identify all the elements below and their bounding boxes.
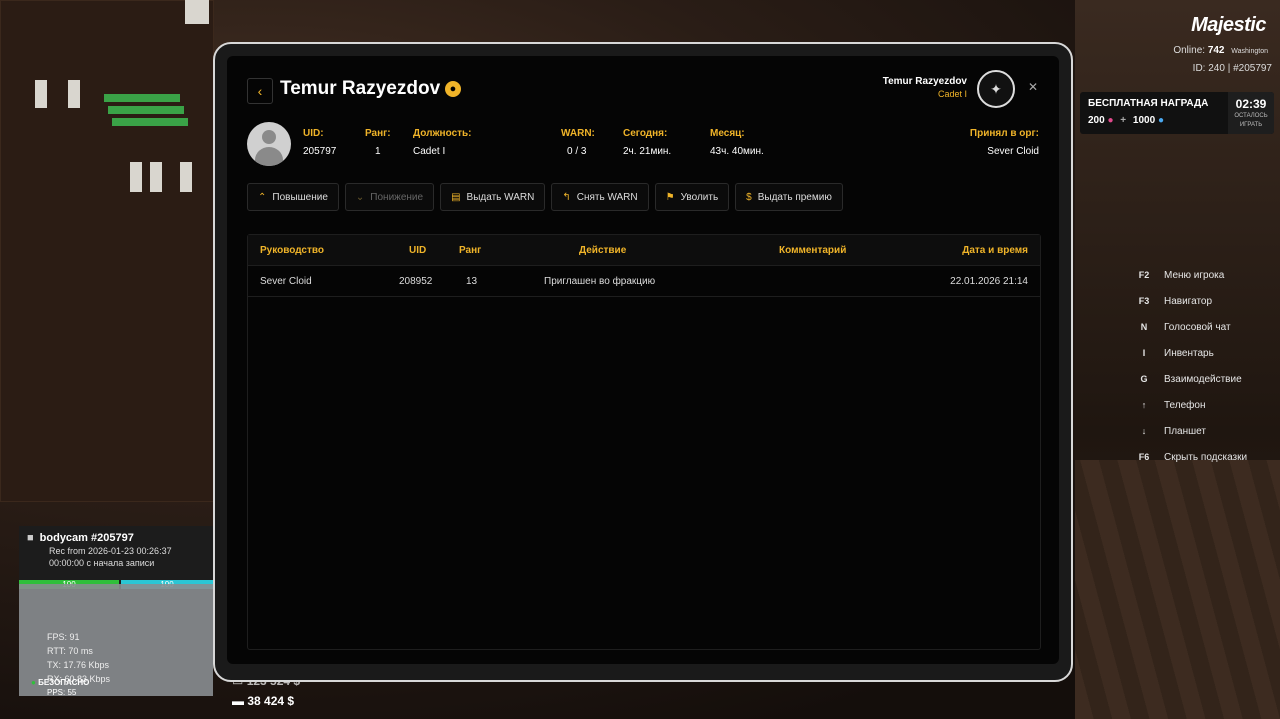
coin-icon: ●: [1107, 115, 1114, 126]
chevron-left-icon: ‹: [257, 83, 263, 99]
cell-uid: 208952: [399, 276, 433, 287]
background-floor: [1075, 460, 1280, 719]
background-books: [130, 162, 142, 192]
bank-amount: ▬ 38 424 $: [232, 694, 295, 708]
fire-button[interactable]: ⚑ Уволить: [654, 183, 730, 211]
field-position: Должность: Cadet I: [413, 128, 472, 157]
history-table: Руководство UID Ранг Действие Комментари…: [247, 234, 1041, 650]
background-books: [150, 162, 162, 192]
tablet-screen: ‹ Temur Razyezdov ● Temur Razyezdov Cade…: [227, 56, 1059, 664]
cell-action: Приглашен во фракцию: [544, 276, 656, 287]
field-rank: Ранг: 1: [365, 128, 391, 157]
warn-doc-icon: ▤: [451, 191, 461, 203]
cell-rank: 13: [466, 276, 478, 287]
brand-logo: Majestic: [1191, 14, 1266, 36]
bodycam-rec: Rec from 2026-01-23 00:26:37: [49, 546, 172, 556]
background-green-books: [112, 118, 188, 126]
reward-values: 200 ● + 1000 ●: [1088, 115, 1164, 126]
hint-item: F2 Меню игрока: [1138, 269, 1225, 281]
give-bonus-button[interactable]: $ Выдать премию: [735, 183, 843, 211]
background-books: [180, 162, 192, 192]
close-icon[interactable]: ✕: [1025, 80, 1041, 96]
column-header: Ранг: [459, 245, 482, 256]
background-shelf: [0, 0, 214, 502]
card-icon: ▬: [232, 694, 244, 708]
player-id: ID: 240 | #205797: [1192, 63, 1272, 74]
online-counter: Online: 742 Washington: [1173, 45, 1268, 56]
background-books: [68, 80, 80, 108]
reward-timer: 02:39: [1235, 97, 1267, 111]
safe-zone-badge: ● БЕЗОПАСНО PPS: 55: [31, 678, 90, 697]
current-user: Temur Razyezdov Cadet I: [882, 76, 967, 99]
column-header: Действие: [579, 245, 627, 256]
field-month: Месяц: 43ч. 40мин.: [710, 128, 764, 157]
video-camera-icon: ■: [27, 532, 34, 544]
hint-item: ↑ Телефон: [1141, 399, 1206, 411]
demote-button[interactable]: ⌄ Понижение: [344, 183, 435, 211]
background-green-books: [108, 106, 184, 114]
chevron-up-icon: ⌃: [258, 191, 267, 203]
member-status-icon: ●: [445, 81, 461, 97]
field-accepted-by: Принял в орг: Sever Cloid: [969, 128, 1039, 157]
column-header: Руководство: [260, 245, 325, 256]
drop-icon: ●: [1157, 115, 1164, 126]
table-header: Руководство UID Ранг Действие Комментари…: [248, 235, 1040, 266]
hint-item: N Голосовой чат: [1140, 321, 1231, 333]
background-green-books: [104, 94, 180, 102]
column-header: Комментарий: [779, 245, 847, 256]
avatar: [247, 122, 291, 166]
hint-item: F3 Навигатор: [1138, 295, 1213, 307]
undo-icon: ↰: [562, 191, 571, 203]
bodycam-title: bodycam #205797: [39, 532, 134, 544]
action-bar: ⌃ Повышение ⌄ Понижение ▤ Выдать WARN ↰ Снят…: [247, 183, 843, 211]
cell-datetime: 22.01.2026 21:14: [950, 276, 1028, 287]
promote-button[interactable]: ⌃ Повышение: [247, 183, 339, 211]
field-warn: WARN: 0 / 3: [561, 128, 595, 157]
member-name: Temur Razyezdov: [280, 78, 441, 99]
bodycam-elapsed: 00:00:00 с начала записи: [49, 558, 155, 568]
column-header: Дата и время: [962, 245, 1028, 256]
shield-icon: ●: [31, 678, 36, 687]
tablet-frame: ‹ Temur Razyezdov ● Temur Razyezdov Cade…: [213, 42, 1073, 682]
bodycam-panel: ■ bodycam #205797 Rec from 2026-01-23 00…: [19, 526, 213, 697]
hint-item: F6 Скрыть подсказки: [1138, 451, 1248, 463]
give-warn-button[interactable]: ▤ Выдать WARN: [440, 183, 546, 211]
free-reward-panel[interactable]: БЕСПЛАТНАЯ НАГРАДА 200 ● + 1000 ● 02:39 …: [1080, 92, 1274, 134]
hint-item: I Инвентарь: [1142, 347, 1214, 359]
hint-item: G Взаимодействие: [1140, 373, 1242, 385]
field-uid: UID: 205797: [303, 128, 337, 157]
fire-person-icon: ⚑: [665, 191, 675, 203]
column-header: UID: [409, 245, 427, 256]
background-books: [35, 80, 47, 108]
background-books: [185, 0, 209, 24]
hint-item: ↓ Планшет: [1141, 425, 1206, 437]
reward-title: БЕСПЛАТНАЯ НАГРАДА: [1088, 98, 1209, 109]
chevron-down-icon: ⌄: [355, 191, 365, 203]
coin-icon: $: [746, 191, 752, 203]
hotkey-hints: F2 Меню игрока F3 Навигатор N Голосовой чат…: [1130, 262, 1247, 470]
cell-manager: Sever Cloid: [260, 276, 312, 287]
field-today: Сегодня: 2ч. 21мин.: [623, 128, 672, 157]
remove-warn-button[interactable]: ↰ Снять WARN: [551, 183, 649, 211]
faction-seal-icon: ✦: [977, 70, 1015, 108]
back-button[interactable]: ‹: [247, 78, 273, 104]
table-row[interactable]: Sever Cloid 208952 13 Приглашен во фракц…: [248, 266, 1040, 297]
